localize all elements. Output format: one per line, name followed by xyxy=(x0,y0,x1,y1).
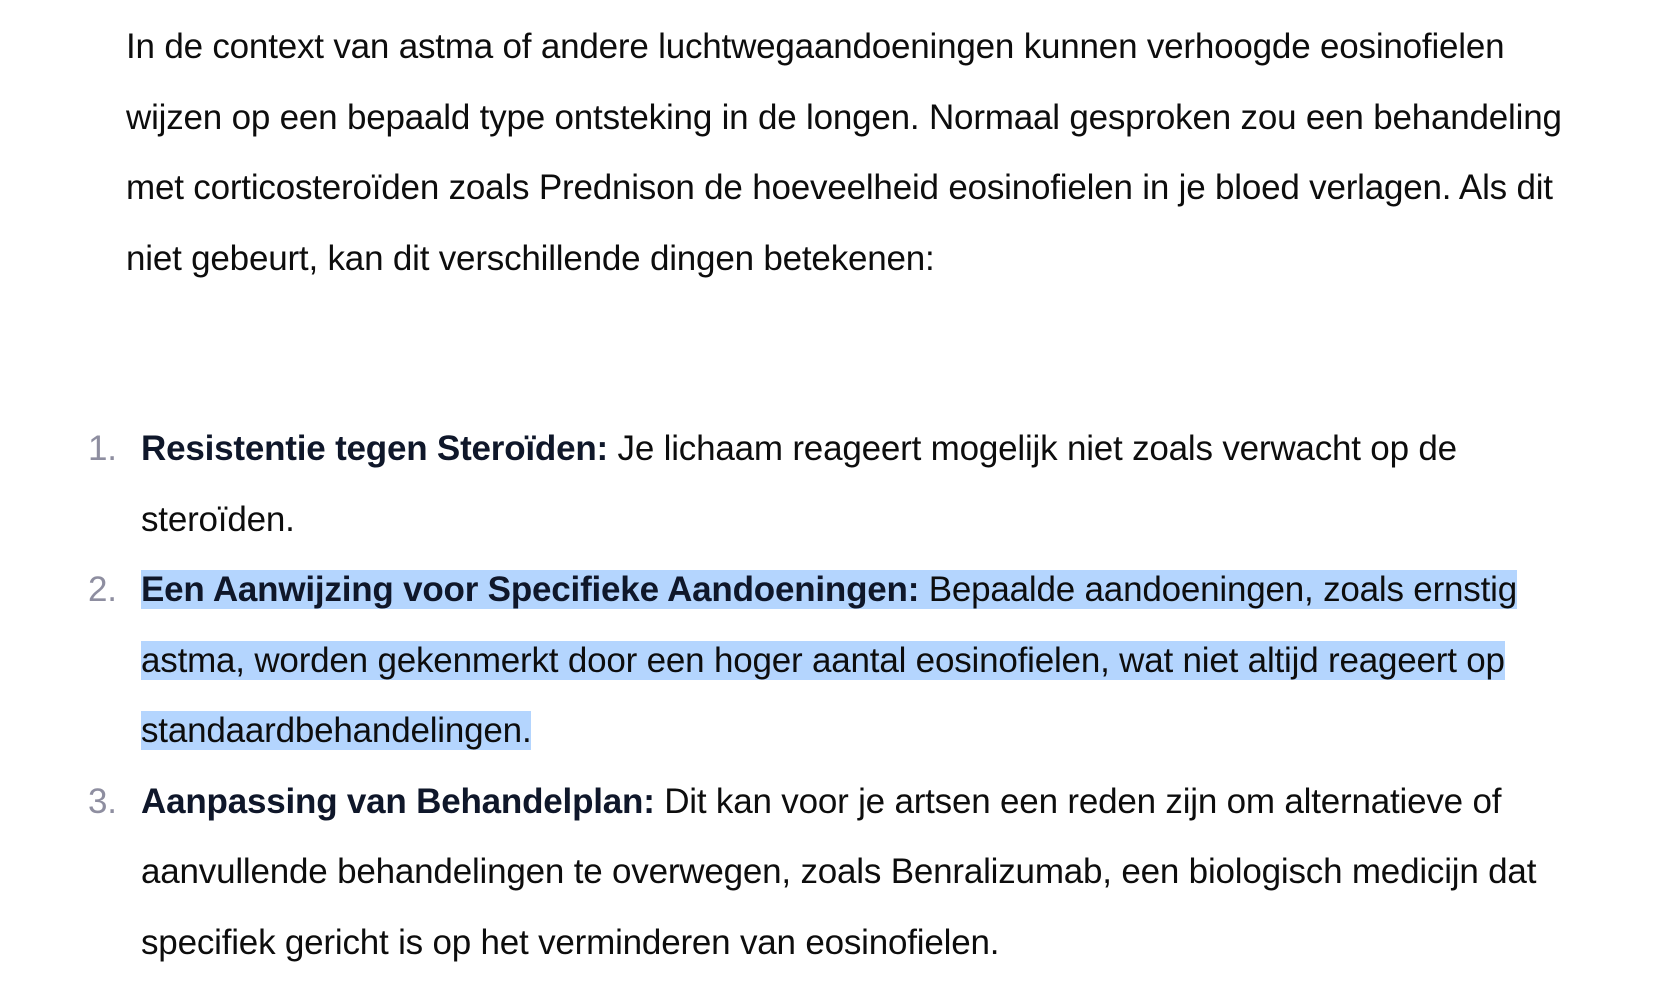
list-item-title: Een Aanwijzing voor Specifieke Aandoenin… xyxy=(141,570,920,609)
list-item-body: Aanpassing van Behandelplan: Dit kan voo… xyxy=(141,782,1536,962)
intro-paragraph: In de context van astma of andere luchtw… xyxy=(126,27,1562,278)
list-item-title: Aanpassing van Behandelplan: xyxy=(141,781,655,821)
list-item: 1. Resistentie tegen Steroïden: Je licha… xyxy=(0,414,1591,555)
list-item-body: Resistentie tegen Steroïden: Je lichaam … xyxy=(141,429,1457,539)
list-item-title: Resistentie tegen Steroïden: xyxy=(141,429,609,468)
numbered-list: 1. Resistentie tegen Steroïden: Je licha… xyxy=(0,414,1676,978)
list-item: 2. Een Aanwijzing voor Specifieke Aandoe… xyxy=(0,555,1591,767)
list-item: 3. Aanpassing van Behandelplan: Dit kan … xyxy=(0,767,1591,979)
list-item-number: 3. xyxy=(88,781,117,821)
selected-text-highlight[interactable]: Een Aanwijzing voor Specifieke Aandoenin… xyxy=(141,570,1517,750)
list-item-number: 2. xyxy=(88,570,117,609)
chat-message-content: In de context van astma of andere luchtw… xyxy=(0,0,1676,996)
list-item-number: 1. xyxy=(88,429,117,468)
